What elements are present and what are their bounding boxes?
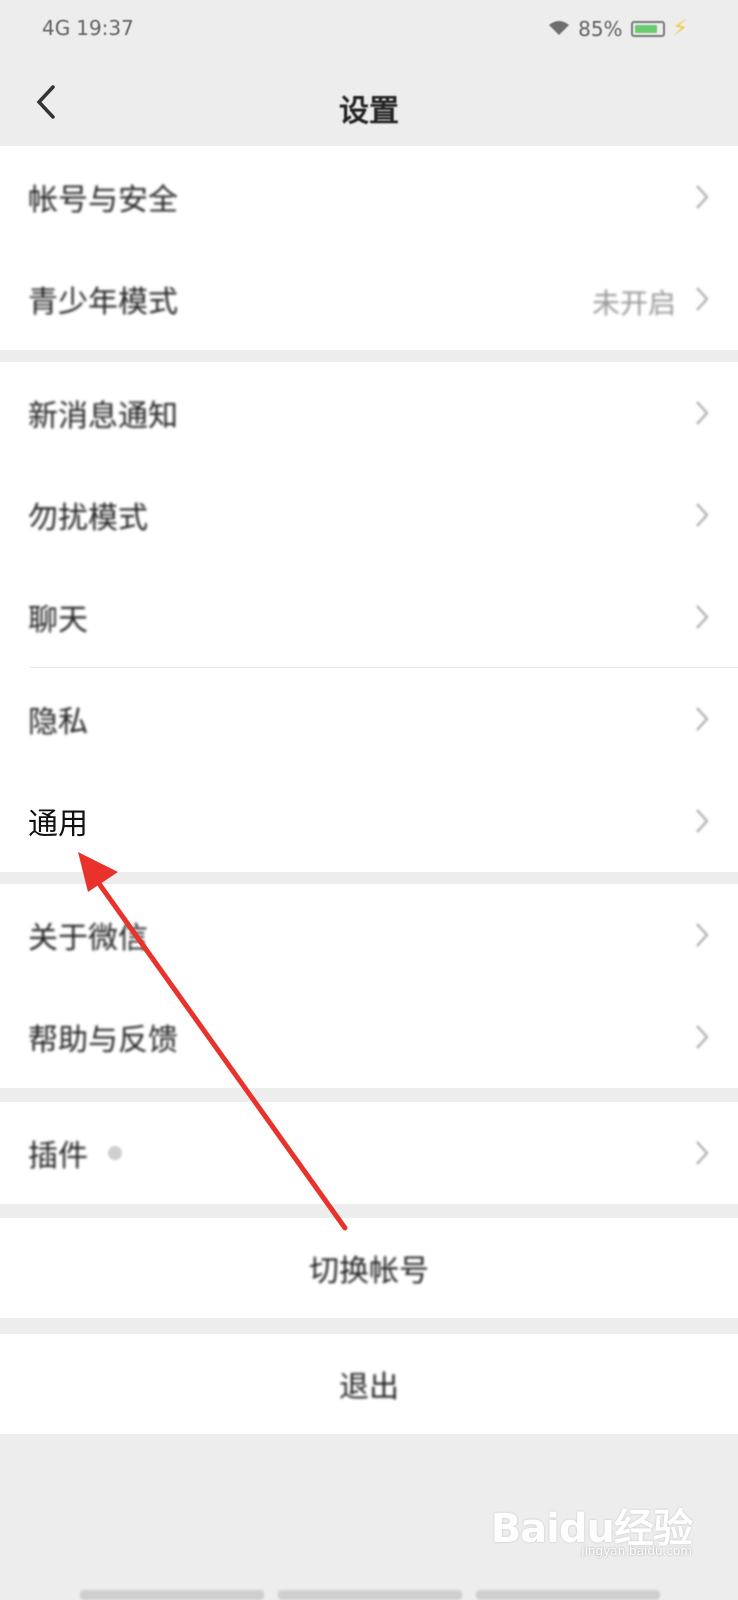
- setting-label: 青少年模式: [28, 285, 178, 320]
- bottom-bar-segment: [80, 1590, 264, 1600]
- battery-text: 85%: [578, 16, 623, 41]
- setting-account-security[interactable]: 帐号与安全: [0, 146, 738, 248]
- chevron-right-icon: [696, 707, 709, 731]
- switch-account-label: 切换帐号: [309, 1254, 429, 1289]
- switch-account-button[interactable]: 切换帐号: [0, 1218, 738, 1318]
- setting-label: 通用: [28, 807, 88, 842]
- chevron-right-icon: [696, 923, 709, 947]
- settings-group-about: 关于微信 帮助与反馈: [0, 884, 738, 1088]
- chevron-right-icon: [696, 1025, 709, 1049]
- logout-label: 退出: [339, 1370, 399, 1405]
- chevron-right-icon: [696, 287, 709, 311]
- watermark-url: jingyan.baidu.com: [581, 1544, 692, 1558]
- setting-label: 隐私: [28, 705, 88, 740]
- setting-new-message-notify[interactable]: 新消息通知: [0, 362, 738, 464]
- settings-group-account: 帐号与安全 青少年模式 未开启: [0, 146, 738, 350]
- status-left: 4G 19:37: [42, 16, 134, 40]
- signal-icon: 4G: [42, 16, 71, 40]
- settings-group-general: 新消息通知 勿扰模式 聊天 隐私 通用: [0, 362, 738, 872]
- setting-about-wechat[interactable]: 关于微信: [0, 884, 738, 986]
- battery-icon: [630, 20, 665, 37]
- chevron-right-icon: [696, 185, 709, 209]
- settings-group-plugins: 插件: [0, 1102, 738, 1204]
- setting-label: 新消息通知: [28, 399, 178, 434]
- chevron-right-icon: [696, 605, 709, 629]
- watermark: Baidu经验 jingyan.baidu.com: [491, 1496, 693, 1558]
- setting-label: 勿扰模式: [28, 501, 148, 536]
- charging-icon: ⚡: [672, 16, 688, 41]
- logout-button[interactable]: 退出: [0, 1334, 738, 1434]
- status-right: 85% ⚡: [548, 16, 688, 41]
- setting-label: 帐号与安全: [28, 183, 178, 218]
- bottom-bar-segment: [278, 1590, 462, 1600]
- switch-account-group: 切换帐号: [0, 1218, 738, 1318]
- bottom-bar: [80, 1590, 660, 1600]
- setting-chat[interactable]: 聊天: [0, 566, 738, 668]
- setting-label: 聊天: [28, 603, 88, 638]
- setting-do-not-disturb[interactable]: 勿扰模式: [0, 464, 738, 566]
- chevron-right-icon: [696, 401, 709, 425]
- logout-group: 退出: [0, 1334, 738, 1434]
- setting-label: 帮助与反馈: [28, 1023, 178, 1058]
- setting-label: 关于微信: [28, 921, 148, 956]
- setting-teen-mode[interactable]: 青少年模式 未开启: [0, 248, 738, 350]
- status-bar: 4G 19:37 85% ⚡: [0, 0, 738, 60]
- setting-value: 未开启: [591, 287, 676, 320]
- chevron-right-icon: [696, 809, 709, 833]
- page-title: 设置: [339, 94, 399, 129]
- chevron-right-icon: [696, 503, 709, 527]
- nav-bar: 设置: [0, 60, 738, 146]
- status-time: 19:37: [76, 16, 134, 40]
- chevron-right-icon: [696, 1141, 709, 1165]
- badge-dot: [108, 1146, 122, 1160]
- setting-privacy[interactable]: 隐私: [0, 668, 738, 770]
- setting-help-feedback[interactable]: 帮助与反馈: [0, 986, 738, 1088]
- setting-label: 插件: [28, 1139, 88, 1174]
- setting-general[interactable]: 通用: [0, 770, 738, 872]
- wifi-icon: [548, 17, 570, 41]
- bottom-bar-segment: [476, 1590, 660, 1600]
- setting-plugins[interactable]: 插件: [0, 1102, 738, 1204]
